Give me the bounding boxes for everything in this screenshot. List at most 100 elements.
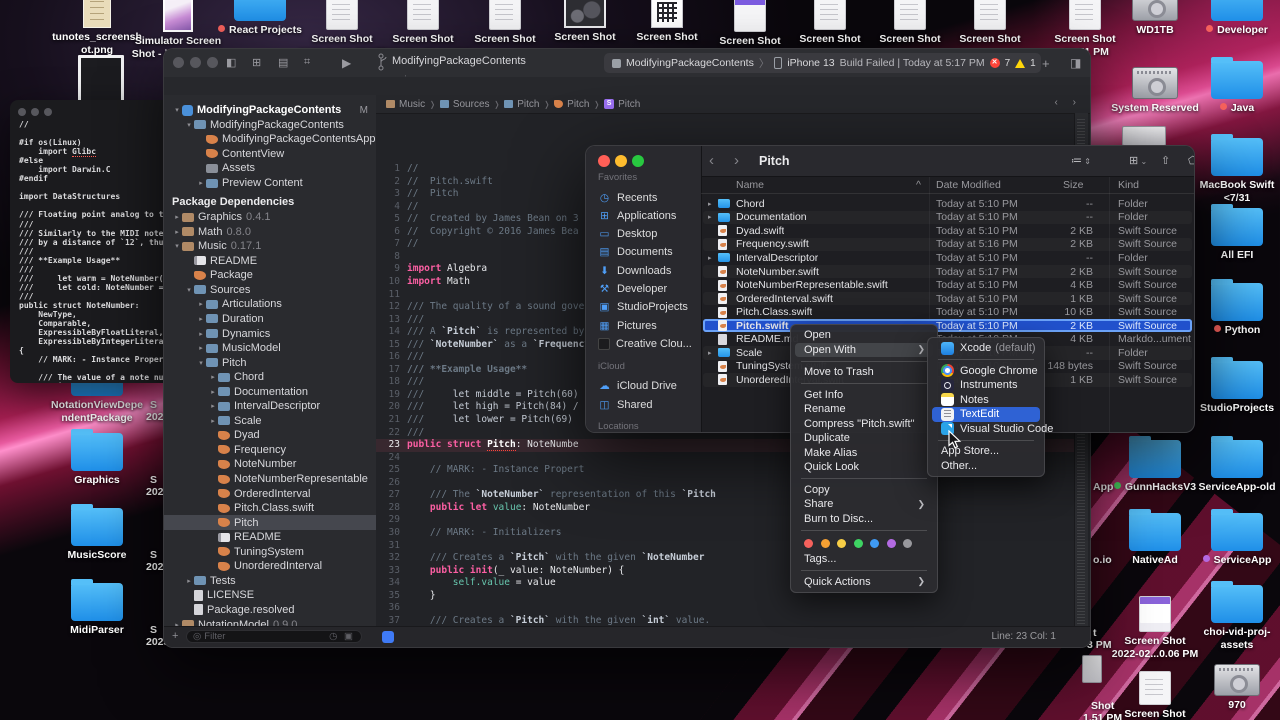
jump-bar-item[interactable]: Sources [453, 99, 490, 110]
desktop-icon[interactable]: Graphics [42, 429, 152, 487]
jump-bar-item[interactable]: Pitch [567, 99, 589, 110]
jump-bar-item[interactable]: Pitch [517, 99, 539, 110]
menu-item-googlechrome[interactable]: Google Chrome [928, 364, 1044, 379]
menu-item-quicklook[interactable]: Quick Look [791, 460, 937, 475]
disclosure-icon[interactable]: ▸ [184, 577, 194, 585]
desktop-icon[interactable]: Screen Shot [935, 0, 1045, 46]
menu-item-quickactions[interactable]: Quick Actions ❯ [791, 575, 937, 590]
disclosure-icon[interactable]: ▾ [172, 106, 182, 114]
desktop-icon[interactable]: ServiceApp-old [1182, 436, 1280, 494]
sidebar-item-applications[interactable]: ⊞ Applications [586, 207, 701, 224]
navigator-row[interactable]: ▾ Music 0.17.1 [164, 239, 376, 254]
finder-row[interactable]: ▸ Documentation Today at 5:10 PM -- Folder [703, 211, 1192, 225]
navigator-row[interactable]: ▾ ModifyingPackageContents [164, 118, 376, 133]
disclosure-icon[interactable]: ▸ [208, 417, 218, 425]
navigator-row[interactable]: Package.resolved [164, 603, 376, 618]
forward-button[interactable]: › [734, 152, 739, 169]
disclosure-icon[interactable]: ▾ [196, 359, 206, 367]
sidebar-item-recents[interactable]: ◷ Recents [586, 189, 701, 206]
desktop-icon[interactable]: ServiceApp [1182, 509, 1280, 567]
jump-bar[interactable]: Music ❭ Sources ❭ Pitch ❭ Pitch ❭ S Pitch [376, 95, 1090, 114]
sidebar-item-creativeclou[interactable]: Creative Clou... [586, 335, 701, 352]
navigator-row[interactable]: README [164, 530, 376, 545]
menu-item-duplicate[interactable]: Duplicate [791, 431, 937, 446]
navigator-row[interactable]: ▸ MusicModel [164, 341, 376, 356]
jump-bar-item[interactable]: Pitch [618, 99, 640, 110]
disclosure-icon[interactable]: ▸ [172, 228, 182, 236]
disclosure-icon[interactable]: ▸ [196, 179, 206, 187]
menu-item-open[interactable]: Open [791, 328, 937, 343]
sidebar-item-studioprojects[interactable]: ▣ StudioProjects [586, 299, 701, 316]
navigator-row[interactable]: ▸ Duration [164, 312, 376, 327]
navigator-row[interactable]: ModifyingPackageContentsApp [164, 132, 376, 147]
tag-color-row[interactable] [791, 534, 937, 552]
menu-item-burntodisc[interactable]: Burn to Disc... [791, 512, 937, 527]
project-navigator[interactable]: ▾ ModifyingPackageContents M ▾ ModifyingPack… [164, 95, 377, 627]
navigator-row[interactable]: ContentView [164, 147, 376, 162]
toolbar-icon[interactable]: ≔ ⇕ [1071, 154, 1091, 167]
column-size[interactable]: Size [1063, 179, 1083, 191]
tag-color-dot[interactable] [886, 538, 896, 548]
sort-indicator[interactable]: ^ [916, 179, 921, 191]
desktop-icon[interactable]: MusicScore [42, 504, 152, 562]
menu-item-visualstudiocode[interactable]: Visual Studio Code [928, 422, 1053, 437]
menu-item-makealias[interactable]: Make Alias [791, 446, 937, 461]
zoom-icon[interactable] [207, 57, 218, 68]
toolbar-icon[interactable]: ⬠ [1188, 154, 1194, 167]
navigator-row[interactable]: ▸ Chord [164, 370, 376, 385]
disclosure-icon[interactable]: ▾ [184, 286, 194, 294]
navigator-row[interactable]: ▸ Math 0.8.0 [164, 224, 376, 239]
menu-item-notes[interactable]: Notes [928, 393, 1044, 408]
tag-color-dot[interactable] [837, 538, 846, 548]
toolbar-icon[interactable]: ⌗ [304, 56, 310, 69]
warning-count[interactable]: 1 [1030, 58, 1036, 69]
finder-row[interactable]: Pitch.swift Today at 5:10 PM 2 KB Swift Sou… [703, 318, 1192, 333]
toolbar-icon[interactable]: ⊞ [252, 56, 261, 69]
tag-color-dot[interactable] [853, 538, 863, 548]
menu-item-instruments[interactable]: Instruments [928, 378, 1044, 393]
finder-row[interactable]: OrderedInterval.swift Today at 5:10 PM 1 K… [703, 292, 1192, 306]
close-icon[interactable] [173, 57, 184, 68]
sidebar-item-desktop[interactable]: ▭ Desktop [586, 226, 701, 243]
desktop-icon[interactable]: 970 [1182, 664, 1280, 712]
navigator-row[interactable]: Dyad [164, 428, 376, 443]
disclosure-icon[interactable]: ▸ [172, 213, 182, 221]
background-code-window[interactable]: // #if os(Linux) import Glibc #else impor… [10, 100, 168, 383]
disclosure-icon[interactable]: ▸ [708, 254, 712, 262]
disclosure-icon[interactable]: ▸ [708, 213, 712, 221]
menu-item-rename[interactable]: Rename [791, 402, 937, 417]
desktop-icon[interactable]: Developer [1182, 0, 1280, 37]
menu-item-compresspitchswift[interactable]: Compress "Pitch.swift" [791, 417, 937, 432]
jump-bar-item[interactable]: Music [399, 99, 425, 110]
navigator-row[interactable]: Pitch [164, 515, 376, 530]
sidebar-item-downloads[interactable]: ⬇ Downloads [586, 262, 701, 279]
back-button[interactable]: ‹ [709, 152, 714, 169]
disclosure-icon[interactable]: ▸ [196, 300, 206, 308]
sidebar-item-shared[interactable]: ◫ Shared [586, 396, 701, 413]
menu-item-tags[interactable]: Tags... [791, 552, 937, 567]
navigator-row[interactable]: Pitch.Class.swift [164, 501, 376, 516]
scheme-status-bar[interactable]: ModifyingPackageContents 〉 iPhone 13 Bui… [604, 53, 1041, 73]
disclosure-icon[interactable]: ▸ [708, 349, 712, 357]
disclosure-icon[interactable]: ▸ [708, 200, 712, 208]
finder-row[interactable]: Dyad.swift Today at 5:10 PM 2 KB Swift Sour… [703, 224, 1192, 238]
tag-color-dot[interactable] [903, 538, 912, 548]
run-button[interactable]: ▶ [342, 56, 351, 70]
scheme-name[interactable]: ModifyingPackageContents [626, 57, 754, 69]
menu-item-xcode[interactable]: Xcode (default) [928, 341, 1044, 356]
sidebar-item-developer[interactable]: ⚒ Developer [586, 281, 701, 298]
column-name[interactable]: Name [736, 179, 764, 191]
close-icon[interactable] [18, 108, 26, 116]
navigator-row[interactable]: Package [164, 268, 376, 283]
tag-color-dot[interactable] [804, 538, 813, 548]
navigator-row[interactable]: TuningSystem [164, 545, 376, 560]
run-destination[interactable]: iPhone 13 [787, 57, 834, 69]
finder-row[interactable]: NoteNumber.swift Today at 5:17 PM 2 KB Swif… [703, 265, 1192, 279]
toolbar-icon[interactable]: ▤ [278, 56, 288, 69]
desktop-icon[interactable]: StudioProjects [1182, 357, 1280, 415]
navigator-row[interactable]: ▾ Pitch [164, 355, 376, 370]
tag-color-dot[interactable] [820, 538, 830, 548]
menu-item-share[interactable]: Share ❯ [791, 497, 937, 512]
finder-row[interactable]: NoteNumberRepresentable.swift Today at 5:… [703, 278, 1192, 292]
toolbar-icon[interactable]: ⊞ ⌄ [1129, 154, 1147, 167]
